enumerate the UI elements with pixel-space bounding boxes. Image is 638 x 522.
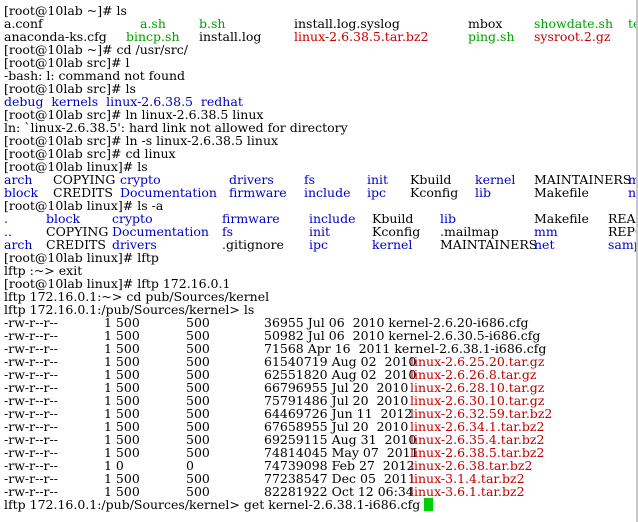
terminal-text-archive: linux-2.6.38.5.tar.bz2 bbox=[294, 29, 429, 44]
terminal-text: .gitignore bbox=[222, 237, 284, 252]
terminal-text-dir: ipc bbox=[367, 185, 387, 200]
terminal-text-dir: lib bbox=[475, 185, 491, 200]
terminal-text: install.log bbox=[199, 29, 262, 44]
terminal-text-archive: linux-3.6.1.tar.bz2 bbox=[410, 484, 525, 499]
terminal-text-dir: include bbox=[304, 185, 351, 200]
terminal-line: [root@10lab linux]# lftp bbox=[0, 251, 636, 264]
terminal-text-exec: test.sh bbox=[628, 16, 636, 31]
terminal-text: Kconfig bbox=[410, 185, 459, 200]
terminal-text-dir: net bbox=[534, 237, 555, 252]
terminal-text: MAINTAINERS bbox=[440, 237, 538, 252]
terminal-text: Makefile bbox=[534, 185, 589, 200]
terminal-text-dir: samples bbox=[608, 237, 636, 252]
cursor-block bbox=[424, 498, 434, 511]
terminal-text-dir: kernel bbox=[372, 237, 413, 252]
terminal-text-dir: firmware bbox=[229, 185, 287, 200]
terminal-text: lftp 172.16.0.1:/pub/Sources/kernel> get… bbox=[4, 497, 425, 512]
terminal-text-dir: ipc bbox=[309, 237, 329, 252]
terminal-text-dir: net bbox=[628, 185, 637, 200]
terminal-text-archive: sysroot.2.gz bbox=[534, 29, 611, 44]
terminal-text-exec: ping.sh bbox=[468, 29, 515, 44]
terminal-window[interactable]: [root@10lab ~]# ls a.conf a.sh b.sh install.… bbox=[0, 0, 638, 522]
terminal-line: lftp 172.16.0.1:/pub/Sources/kernel> get… bbox=[0, 498, 636, 511]
